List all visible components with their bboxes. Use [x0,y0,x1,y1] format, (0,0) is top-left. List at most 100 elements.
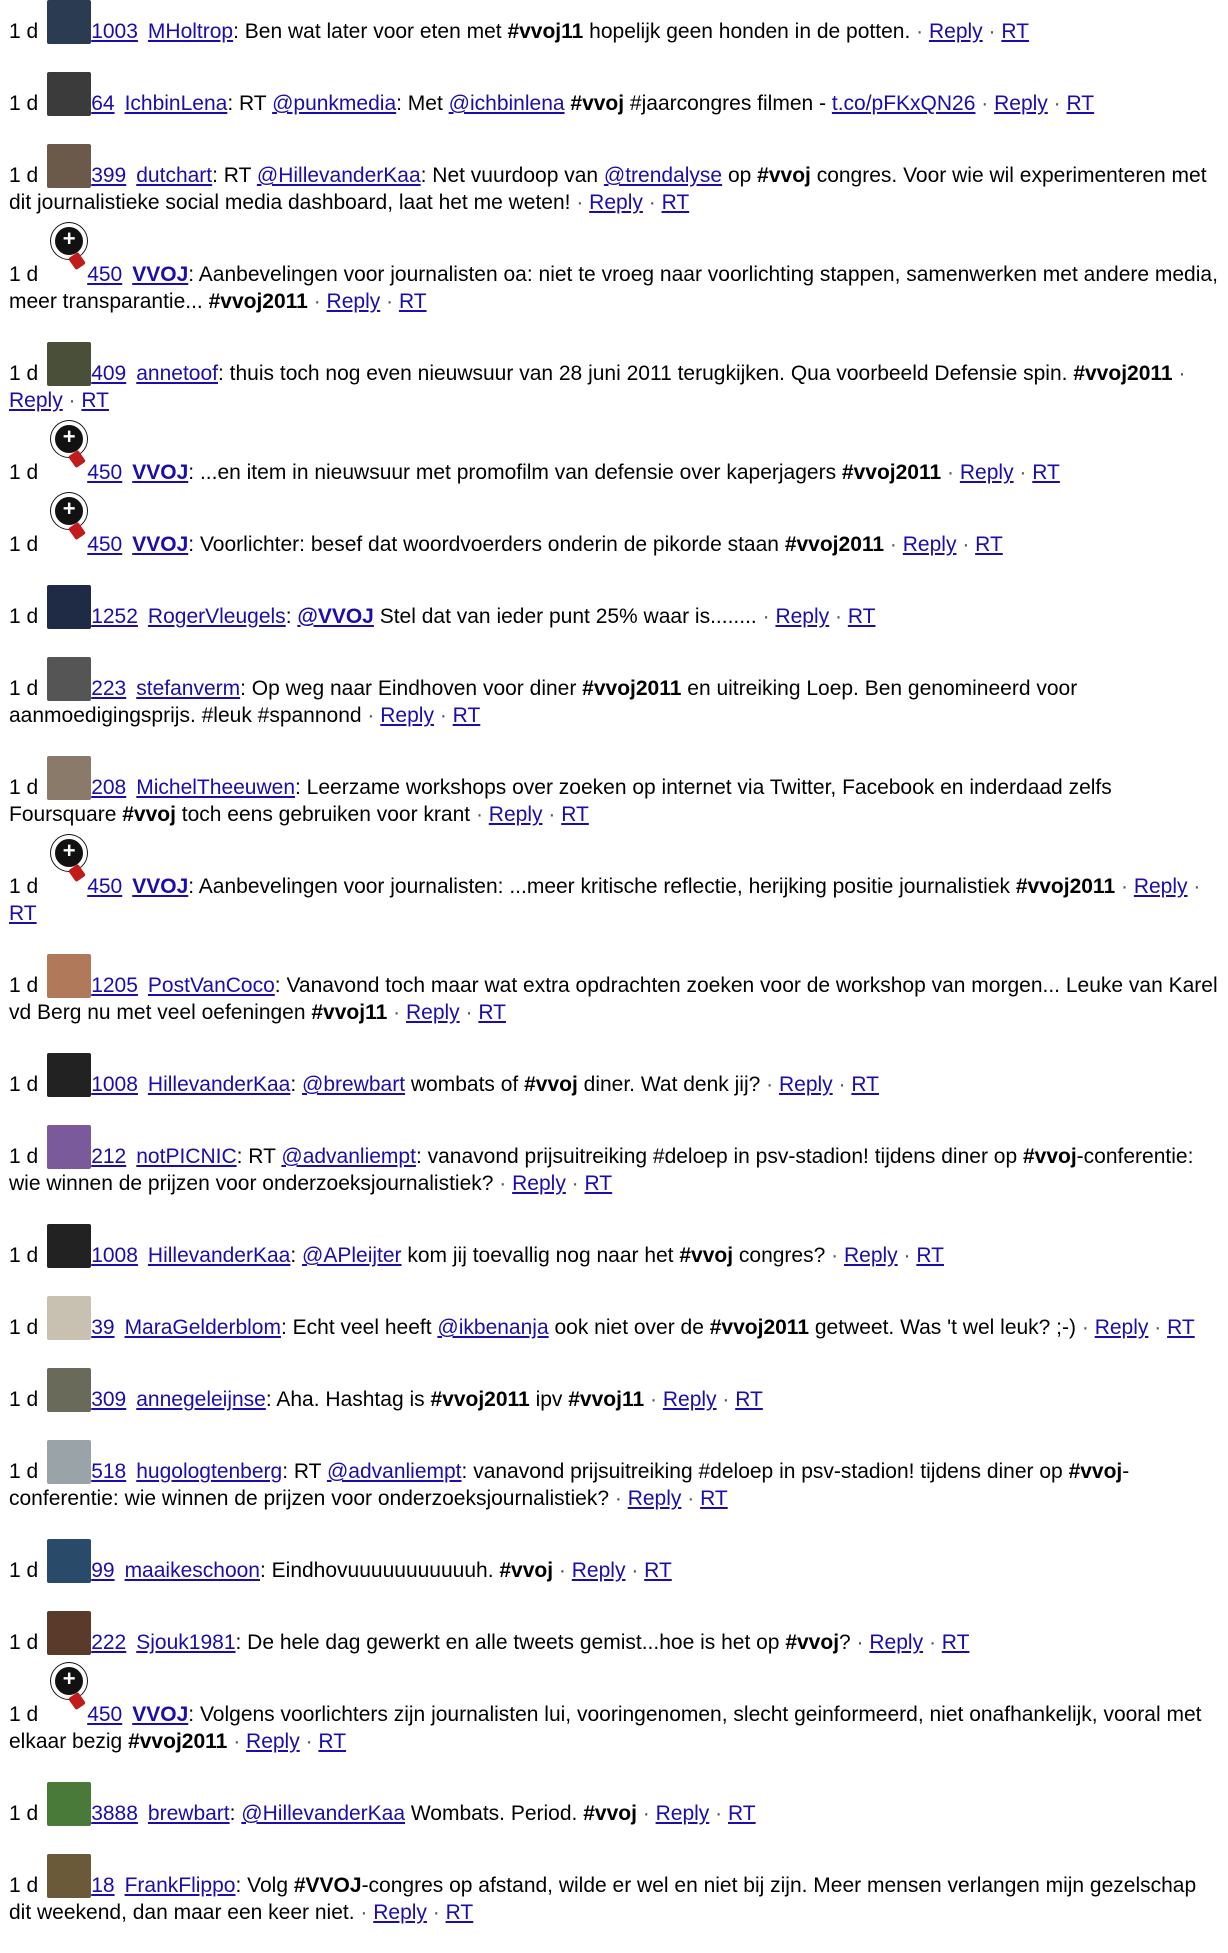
avatar[interactable] [47,1440,92,1484]
reply-link[interactable]: Reply [327,290,381,313]
follower-count-link[interactable]: 450 [87,1703,122,1726]
username-link[interactable]: RogerVleugels [148,605,286,628]
mention-link[interactable]: @APleijter [302,1244,402,1267]
magnify-icon[interactable] [47,493,88,557]
follower-count-link[interactable]: 18 [91,1874,114,1897]
retweet-link[interactable]: RT [916,1244,944,1267]
retweet-link[interactable]: RT [851,1073,879,1096]
username-link[interactable]: VVOJ [132,1703,188,1726]
retweet-link[interactable]: RT [399,290,427,313]
reply-link[interactable]: Reply [589,191,643,214]
reply-link[interactable]: Reply [663,1388,717,1411]
follower-count-link[interactable]: 450 [87,533,122,556]
retweet-link[interactable]: RT [1032,461,1060,484]
username-link[interactable]: IchbinLena [125,92,228,115]
mention-link[interactable]: t.co/pFKxQN26 [832,92,976,115]
username-link[interactable]: brewbart [148,1802,230,1825]
reply-link[interactable]: Reply [929,20,983,43]
username-link[interactable]: notPICNIC [136,1145,236,1168]
username-link[interactable]: Sjouk1981 [136,1631,235,1654]
avatar[interactable] [47,72,92,116]
reply-link[interactable]: Reply [246,1730,300,1753]
reply-link[interactable]: Reply [869,1631,923,1654]
avatar[interactable] [47,1854,92,1898]
retweet-link[interactable]: RT [662,191,690,214]
avatar[interactable] [47,144,92,188]
reply-link[interactable]: Reply [572,1559,626,1582]
reply-link[interactable]: Reply [1095,1316,1149,1339]
avatar[interactable] [47,1611,92,1655]
retweet-link[interactable]: RT [561,803,589,826]
magnify-icon[interactable] [47,1663,88,1727]
avatar[interactable] [47,756,92,800]
retweet-link[interactable]: RT [585,1172,613,1195]
mention-link[interactable]: @ikbenanja [437,1316,548,1339]
avatar[interactable] [47,1782,92,1826]
retweet-link[interactable]: RT [81,389,109,412]
username-link[interactable]: annegeleijnse [136,1388,266,1411]
reply-link[interactable]: Reply [960,461,1014,484]
username-link[interactable]: dutchart [136,164,212,187]
retweet-link[interactable]: RT [942,1631,970,1654]
follower-count-link[interactable]: 208 [91,776,126,799]
username-link[interactable]: PostVanCoco [148,974,275,997]
reply-link[interactable]: Reply [1134,875,1188,898]
follower-count-link[interactable]: 399 [91,164,126,187]
follower-count-link[interactable]: 1008 [91,1073,138,1096]
retweet-link[interactable]: RT [644,1559,672,1582]
avatar[interactable] [47,0,92,44]
follower-count-link[interactable]: 212 [91,1145,126,1168]
reply-link[interactable]: Reply [656,1802,710,1825]
username-link[interactable]: annetoof [136,362,218,385]
reply-link[interactable]: Reply [779,1073,833,1096]
reply-link[interactable]: Reply [994,92,1048,115]
avatar[interactable] [47,1539,92,1583]
retweet-link[interactable]: RT [735,1388,763,1411]
follower-count-link[interactable]: 39 [91,1316,114,1339]
username-link[interactable]: FrankFlippo [125,1874,236,1897]
avatar[interactable] [47,1368,92,1412]
username-link[interactable]: MHoltrop [148,20,233,43]
mention-link[interactable]: @punkmedia [272,92,396,115]
username-link[interactable]: MaraGelderblom [125,1316,281,1339]
username-link[interactable]: stefanverm [136,677,240,700]
mention-link[interactable]: @ichbinlena [449,92,565,115]
follower-count-link[interactable]: 450 [87,461,122,484]
follower-count-link[interactable]: 450 [87,875,122,898]
retweet-link[interactable]: RT [453,704,481,727]
mention-link[interactable]: @HillevanderKaa [257,164,421,187]
mention-link[interactable]: @advanliempt [327,1460,462,1483]
username-link[interactable]: maaikeschoon [125,1559,260,1582]
reply-link[interactable]: Reply [775,605,829,628]
username-link[interactable]: MichelTheeuwen [136,776,295,799]
username-link[interactable]: VVOJ [132,875,188,898]
retweet-link[interactable]: RT [1167,1316,1195,1339]
retweet-link[interactable]: RT [9,902,37,925]
avatar[interactable] [47,954,92,998]
reply-link[interactable]: Reply [903,533,957,556]
username-link[interactable]: HillevanderKaa [148,1244,290,1267]
reply-link[interactable]: Reply [380,704,434,727]
reply-link[interactable]: Reply [512,1172,566,1195]
reply-link[interactable]: Reply [489,803,543,826]
reply-link[interactable]: Reply [406,1001,460,1024]
follower-count-link[interactable]: 1252 [91,605,138,628]
avatar[interactable] [47,657,92,701]
retweet-link[interactable]: RT [478,1001,506,1024]
reply-link[interactable]: Reply [628,1487,682,1510]
reply-link[interactable]: Reply [844,1244,898,1267]
username-link[interactable]: VVOJ [132,533,188,556]
retweet-link[interactable]: RT [975,533,1003,556]
retweet-link[interactable]: RT [446,1901,474,1924]
username-link[interactable]: hugologtenberg [136,1460,282,1483]
retweet-link[interactable]: RT [318,1730,346,1753]
reply-link[interactable]: Reply [373,1901,427,1924]
avatar[interactable] [47,585,92,629]
magnify-icon[interactable] [47,223,88,287]
follower-count-link[interactable]: 99 [91,1559,114,1582]
magnify-icon[interactable] [47,835,88,899]
avatar[interactable] [47,1224,92,1268]
follower-count-link[interactable]: 3888 [91,1802,138,1825]
follower-count-link[interactable]: 450 [87,263,122,286]
follower-count-link[interactable]: 309 [91,1388,126,1411]
